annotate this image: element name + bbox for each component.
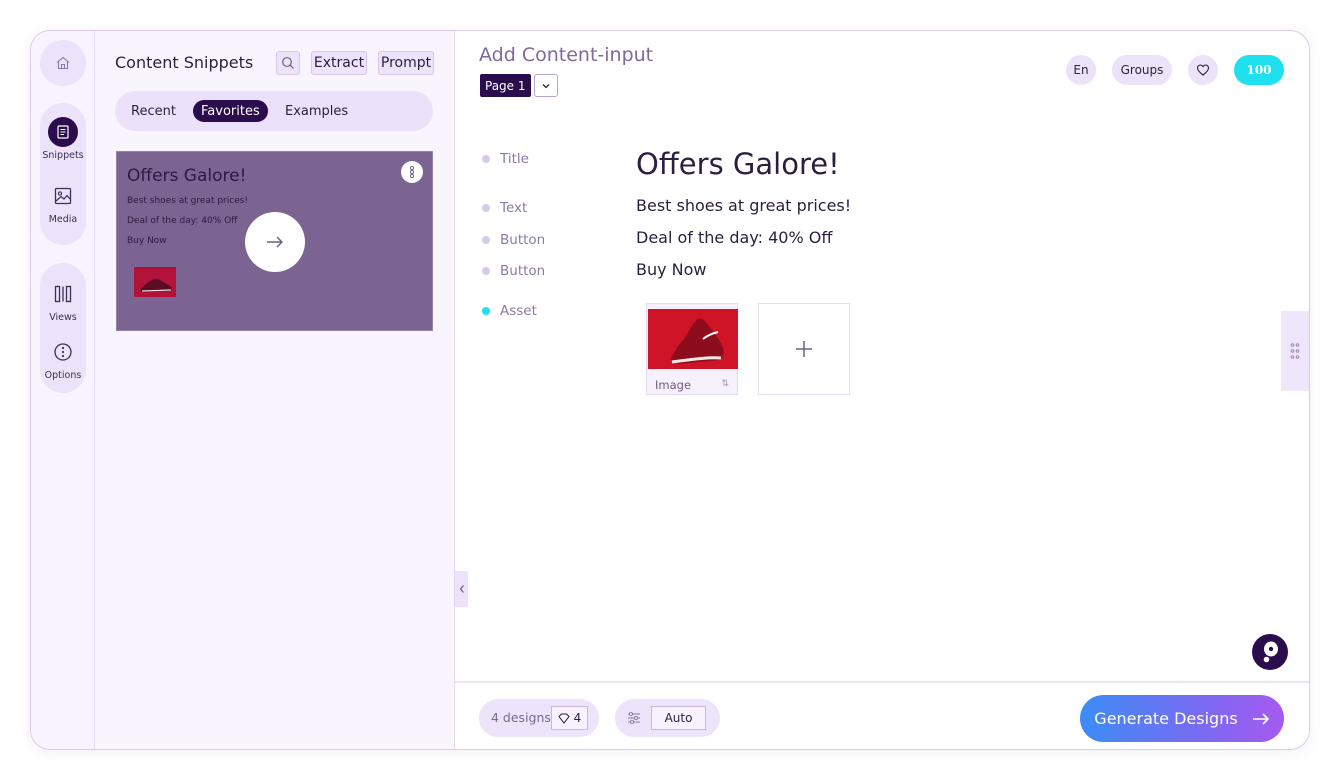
snippet-card-use-button[interactable] [245, 212, 305, 272]
page-dropdown-button[interactable] [534, 74, 558, 97]
field-label-button: Button [482, 263, 545, 279]
favorite-button[interactable] [1188, 55, 1218, 85]
rail-item-options[interactable]: Options [40, 337, 86, 381]
chevron-left-icon [459, 585, 464, 593]
snippets-tabs: Recent Favorites Examples [115, 91, 433, 131]
chevron-down-icon [542, 83, 550, 88]
mode-select[interactable]: Auto [651, 706, 706, 730]
app-window: Snippets Media Views Options Content Sni… [30, 30, 1310, 750]
snippets-panel: Content Snippets Extract Prompt Recent F… [95, 31, 455, 749]
collapse-panel-button[interactable] [455, 571, 468, 607]
diamond-icon [558, 713, 570, 724]
language-button[interactable]: En [1066, 55, 1096, 85]
assistant-bot-icon [1263, 641, 1278, 663]
arrow-right-icon [267, 236, 283, 248]
footer-bar: 4 designs 4 Auto Generate Designs [455, 681, 1309, 749]
groups-button[interactable]: Groups [1112, 55, 1172, 85]
field-label-button: Button [482, 232, 545, 248]
snippets-panel-title: Content Snippets [115, 53, 254, 72]
page-title: Add Content-input [479, 44, 654, 66]
button-input[interactable]: Deal of the day: 40% Off [636, 228, 832, 247]
rail-label-views: Views [49, 312, 77, 323]
tab-recent[interactable]: Recent [123, 100, 184, 122]
swap-icon[interactable]: ⇅ [721, 379, 729, 389]
snippet-card-title: Offers Galore! [127, 166, 247, 186]
prompt-button[interactable]: Prompt [378, 51, 434, 75]
credits-badge[interactable]: 100 [1234, 55, 1284, 85]
shoe-image [648, 309, 738, 369]
snippets-icon [48, 117, 78, 147]
home-button[interactable] [40, 40, 86, 86]
rail-label-options: Options [44, 370, 82, 381]
designs-count-label: 4 designs [491, 710, 551, 725]
asset-tile[interactable]: Image ⇅ [646, 303, 738, 395]
snippet-card-menu-button[interactable] [401, 161, 423, 183]
rail-item-snippets[interactable]: Snippets [40, 117, 86, 161]
generate-designs-button[interactable]: Generate Designs [1080, 695, 1284, 742]
field-label-text: Button [500, 263, 546, 279]
snippet-card-text: Best shoes at great prices! [127, 196, 249, 206]
snippet-card-shoe-thumbnail [134, 267, 176, 297]
more-vertical-icon [409, 166, 415, 178]
designs-count-control: 4 designs 4 [479, 699, 599, 737]
rail-group-settings: Views Options [40, 263, 86, 393]
views-columns-icon [48, 279, 78, 309]
snippet-card-text: Deal of the day: 40% Off [127, 216, 238, 226]
designs-count-input[interactable]: 4 [551, 706, 588, 730]
designs-count-value: 4 [573, 711, 582, 725]
field-label-text: Text [482, 200, 527, 216]
right-panel-drag-handle[interactable] [1281, 311, 1309, 391]
text-input[interactable]: Best shoes at great prices! [636, 196, 851, 215]
content-input-area: Add Content-input Page 1 En Groups 100 T… [455, 31, 1309, 681]
left-rail: Snippets Media Views Options [31, 31, 95, 749]
field-dot [482, 204, 490, 212]
assistant-button[interactable] [1252, 634, 1288, 670]
rail-item-media[interactable]: Media [40, 181, 86, 225]
field-label-text: Button [500, 232, 546, 248]
plus-icon [796, 341, 812, 357]
extract-button[interactable]: Extract [311, 51, 367, 75]
sliders-icon [627, 710, 641, 729]
snippet-card-text: Buy Now [127, 236, 167, 246]
field-label-text: Title [500, 151, 529, 167]
rail-item-views[interactable]: Views [40, 279, 86, 323]
search-icon [282, 57, 294, 69]
field-label-asset: Asset [482, 303, 537, 319]
asset-caption: Image [655, 378, 692, 392]
title-input[interactable]: Offers Galore! [636, 147, 840, 181]
mode-control: Auto [615, 699, 720, 737]
field-label-text: Text [500, 200, 528, 216]
button-input[interactable]: Buy Now [636, 260, 707, 279]
options-more-icon [48, 337, 78, 367]
field-dot [482, 307, 490, 315]
field-dot [482, 236, 490, 244]
snippet-card[interactable]: Offers Galore! Best shoes at great price… [116, 151, 433, 331]
rail-label-snippets: Snippets [42, 150, 84, 161]
arrow-right-icon [1252, 712, 1269, 725]
field-dot [482, 267, 490, 275]
field-dot [482, 155, 490, 163]
field-label-title: Title [482, 151, 529, 167]
add-asset-button[interactable] [758, 303, 850, 395]
drag-handle-icon [1290, 343, 1300, 359]
heart-icon [1196, 64, 1210, 76]
tab-favorites[interactable]: Favorites [193, 100, 268, 122]
generate-designs-label: Generate Designs [1094, 709, 1238, 728]
field-label-text: Asset [500, 303, 537, 319]
page-selector[interactable]: Page 1 [480, 74, 531, 97]
snippets-search-button[interactable] [276, 51, 300, 75]
image-icon [48, 181, 78, 211]
tab-examples[interactable]: Examples [277, 100, 356, 122]
rail-group-content: Snippets Media [40, 103, 86, 245]
rail-label-media: Media [48, 214, 78, 225]
home-icon [56, 56, 70, 70]
